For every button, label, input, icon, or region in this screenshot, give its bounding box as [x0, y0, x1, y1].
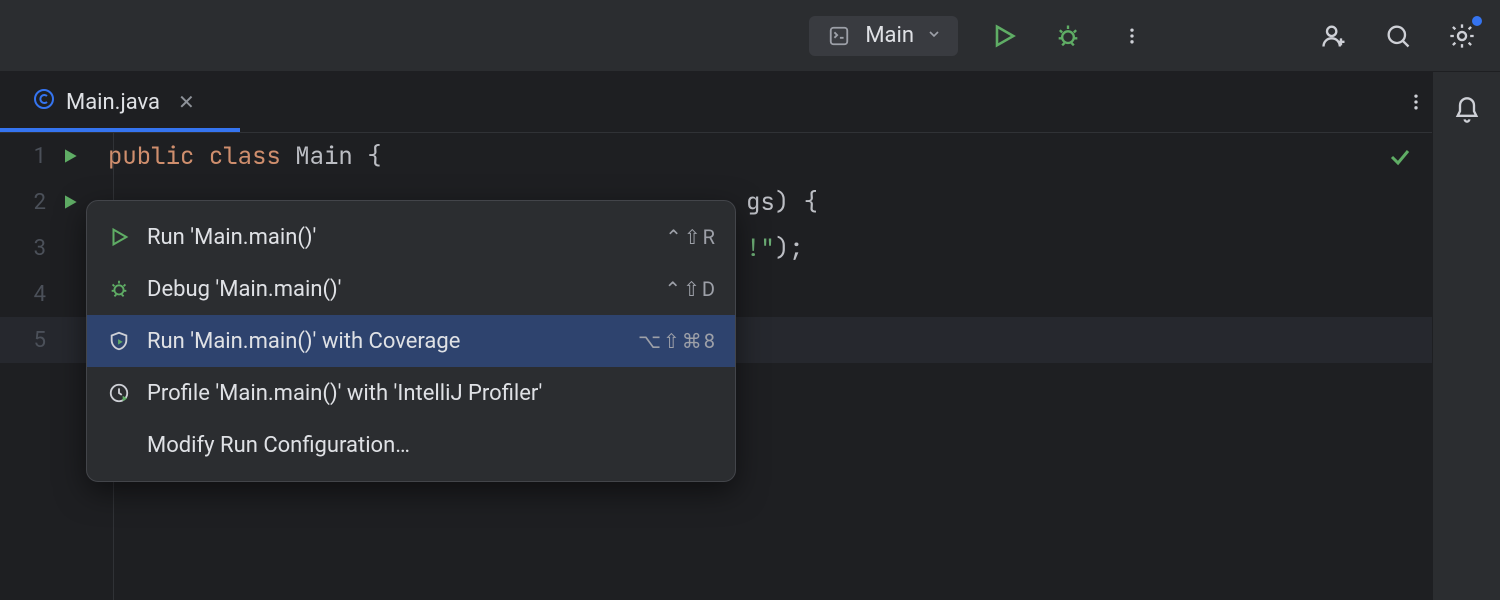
settings-button[interactable]: [1444, 18, 1480, 54]
tab-main-java[interactable]: Main.java ✕: [18, 72, 209, 132]
menu-item-debug[interactable]: Debug 'Main.main()' ⌃⇧D: [87, 263, 735, 315]
profile-icon: [105, 379, 133, 407]
line-number: 5: [0, 328, 60, 353]
run-configuration-label: Main: [865, 23, 914, 48]
menu-item-modify-run-config[interactable]: Modify Run Configuration…: [87, 419, 735, 471]
add-user-button[interactable]: [1316, 18, 1352, 54]
play-icon: [105, 223, 133, 251]
terminal-icon: [825, 22, 853, 50]
notifications-button[interactable]: [1449, 92, 1485, 128]
menu-item-profile[interactable]: Profile 'Main.main()' with 'IntelliJ Pro…: [87, 367, 735, 419]
shortcut-label: ⌃⇧D: [664, 277, 717, 301]
shortcut-label: ⌥⇧⌘8: [638, 329, 717, 353]
run-button[interactable]: [986, 18, 1022, 54]
line-number: 1: [0, 144, 60, 169]
notification-dot-icon: [1472, 16, 1482, 26]
code-line[interactable]: public class Main {: [100, 141, 382, 172]
line-number: 2: [0, 190, 60, 215]
gutter-run-icon[interactable]: [60, 146, 100, 166]
debug-button[interactable]: [1050, 18, 1086, 54]
main-toolbar: Main: [0, 0, 1500, 72]
gutter-context-menu: Run 'Main.main()' ⌃⇧R Debug 'Main.main()…: [86, 200, 736, 482]
more-actions-button[interactable]: [1114, 18, 1150, 54]
search-button[interactable]: [1380, 18, 1416, 54]
shortcut-label: ⌃⇧R: [665, 225, 717, 249]
bug-icon: [105, 275, 133, 303]
right-sidebar: [1432, 72, 1500, 600]
tab-filename: Main.java: [66, 90, 160, 115]
line-number: 4: [0, 282, 60, 307]
tab-options-button[interactable]: [1406, 72, 1426, 132]
chevron-down-icon: [926, 23, 942, 48]
line-number: 3: [0, 236, 60, 261]
class-file-icon: [32, 87, 56, 117]
shield-run-icon: [105, 327, 133, 355]
run-configuration-selector[interactable]: Main: [809, 16, 958, 56]
menu-item-run[interactable]: Run 'Main.main()' ⌃⇧R: [87, 211, 735, 263]
editor-tab-strip: Main.java ✕: [0, 72, 1500, 132]
menu-item-run-coverage[interactable]: Run 'Main.main()' with Coverage ⌥⇧⌘8: [87, 315, 735, 367]
close-tab-button[interactable]: ✕: [178, 90, 195, 114]
